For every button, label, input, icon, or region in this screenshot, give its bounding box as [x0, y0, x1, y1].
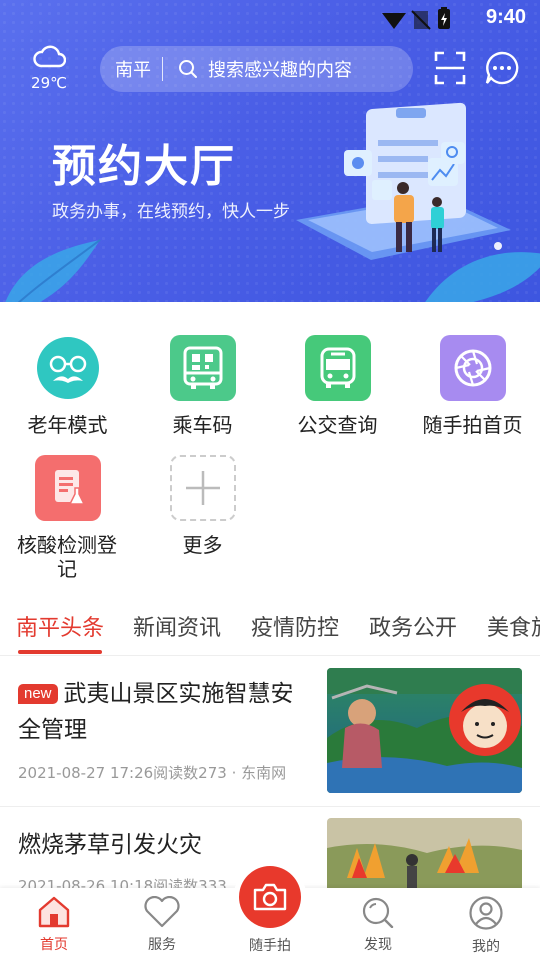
nav-label: 发现	[364, 937, 392, 953]
grid-item-elder-mode[interactable]: 老年模式	[0, 335, 135, 437]
tab-news[interactable]: 新闻资讯	[133, 610, 221, 642]
news-thumbnail[interactable]	[327, 818, 522, 898]
news-tabs: 南平头条 新闻资讯 疫情防控 政务公开 美食旅	[0, 598, 540, 656]
scan-icon[interactable]	[434, 51, 466, 85]
news-meta: 2021-08-27 17:26阅读数273 · 东南网	[18, 764, 287, 782]
weather-temperature: 29℃	[31, 74, 67, 92]
home-icon	[38, 896, 70, 928]
quick-service-grid: 老年模式 乘车码 公交查询 随手拍首页 核酸检测登记 更多	[0, 302, 540, 592]
grid-item-snapshot-home[interactable]: 随手拍首页	[405, 335, 540, 437]
elder-face-icon	[35, 335, 101, 401]
search-icon	[178, 59, 198, 79]
tab-epidemic[interactable]: 疫情防控	[251, 610, 339, 642]
plus-icon	[169, 455, 236, 521]
active-tab-indicator	[18, 650, 102, 654]
news-item[interactable]: new 武夷山景区实施智慧安全管理 2021-08-27 17:26阅读数273 …	[0, 656, 540, 806]
grid-label: 公交查询	[297, 413, 378, 437]
status-time: 9:40	[485, 6, 526, 28]
bus-icon	[304, 335, 371, 401]
grid-item-more[interactable]: 更多	[135, 455, 270, 557]
banner-title: 预约大厅	[52, 141, 236, 192]
tab-nanping-headlines[interactable]: 南平头条	[16, 610, 104, 642]
nav-snapshot-button[interactable]	[239, 866, 301, 928]
bus-qr-code-icon	[169, 335, 236, 401]
user-icon	[469, 896, 503, 930]
appointment-illustration	[296, 102, 511, 260]
grid-label: 老年模式	[27, 413, 108, 437]
news-title[interactable]: new 武夷山景区实施智慧安全管理	[18, 676, 316, 748]
nav-discover[interactable]: 发现	[333, 896, 423, 954]
search-input[interactable]: 搜索感兴趣的内容	[208, 56, 352, 82]
grid-item-bus-code[interactable]: 乘车码	[135, 335, 270, 437]
banner[interactable]: 9:40 29℃ 南平 搜索感兴趣的内容 预约大厅 政务办事，在线预约，快人一步	[0, 0, 540, 302]
nav-service[interactable]: 服务	[117, 895, 207, 954]
nav-home[interactable]: 首页	[9, 896, 99, 954]
grid-item-bus-query[interactable]: 公交查询	[270, 335, 405, 437]
lab-report-icon	[34, 455, 101, 521]
grid-item-nucleic-test[interactable]: 核酸检测登记	[0, 455, 135, 581]
search-bar[interactable]: 南平 搜索感兴趣的内容	[100, 46, 413, 92]
grid-label: 随手拍首页	[422, 413, 523, 437]
nav-label: 服务	[148, 937, 176, 953]
search-divider	[162, 57, 163, 81]
city-selector[interactable]: 南平	[100, 56, 162, 82]
cloud-icon	[33, 45, 67, 68]
grid-label: 更多	[182, 533, 223, 557]
banner-subtitle: 政务办事，在线预约，快人一步	[52, 202, 290, 222]
new-badge: new	[18, 684, 58, 704]
carousel-indicator	[494, 242, 502, 250]
nav-label: 我的	[472, 939, 500, 955]
tab-food-travel[interactable]: 美食旅	[487, 610, 540, 642]
leaf-decoration-icon	[5, 239, 101, 302]
camera-shutter-icon	[439, 335, 506, 401]
nav-label: 随手拍	[249, 938, 291, 954]
nav-label: 首页	[40, 937, 68, 953]
status-icons	[382, 7, 450, 30]
discover-search-icon	[362, 897, 394, 929]
news-thumbnail[interactable]	[327, 668, 522, 793]
status-bar: 9:40	[0, 0, 540, 36]
camera-icon	[253, 883, 287, 911]
nav-profile[interactable]: 我的	[441, 896, 531, 956]
news-title[interactable]: 燃烧茅草引发火灾	[18, 827, 316, 863]
heart-icon	[144, 895, 180, 928]
grid-label: 核酸检测登记	[17, 533, 117, 581]
news-title-text: 武夷山景区实施智慧安全管理	[18, 681, 294, 743]
grid-label: 乘车码	[172, 413, 233, 437]
weather-widget[interactable]: 29℃	[26, 44, 72, 92]
message-icon[interactable]	[485, 51, 519, 85]
tab-government[interactable]: 政务公开	[369, 610, 457, 642]
